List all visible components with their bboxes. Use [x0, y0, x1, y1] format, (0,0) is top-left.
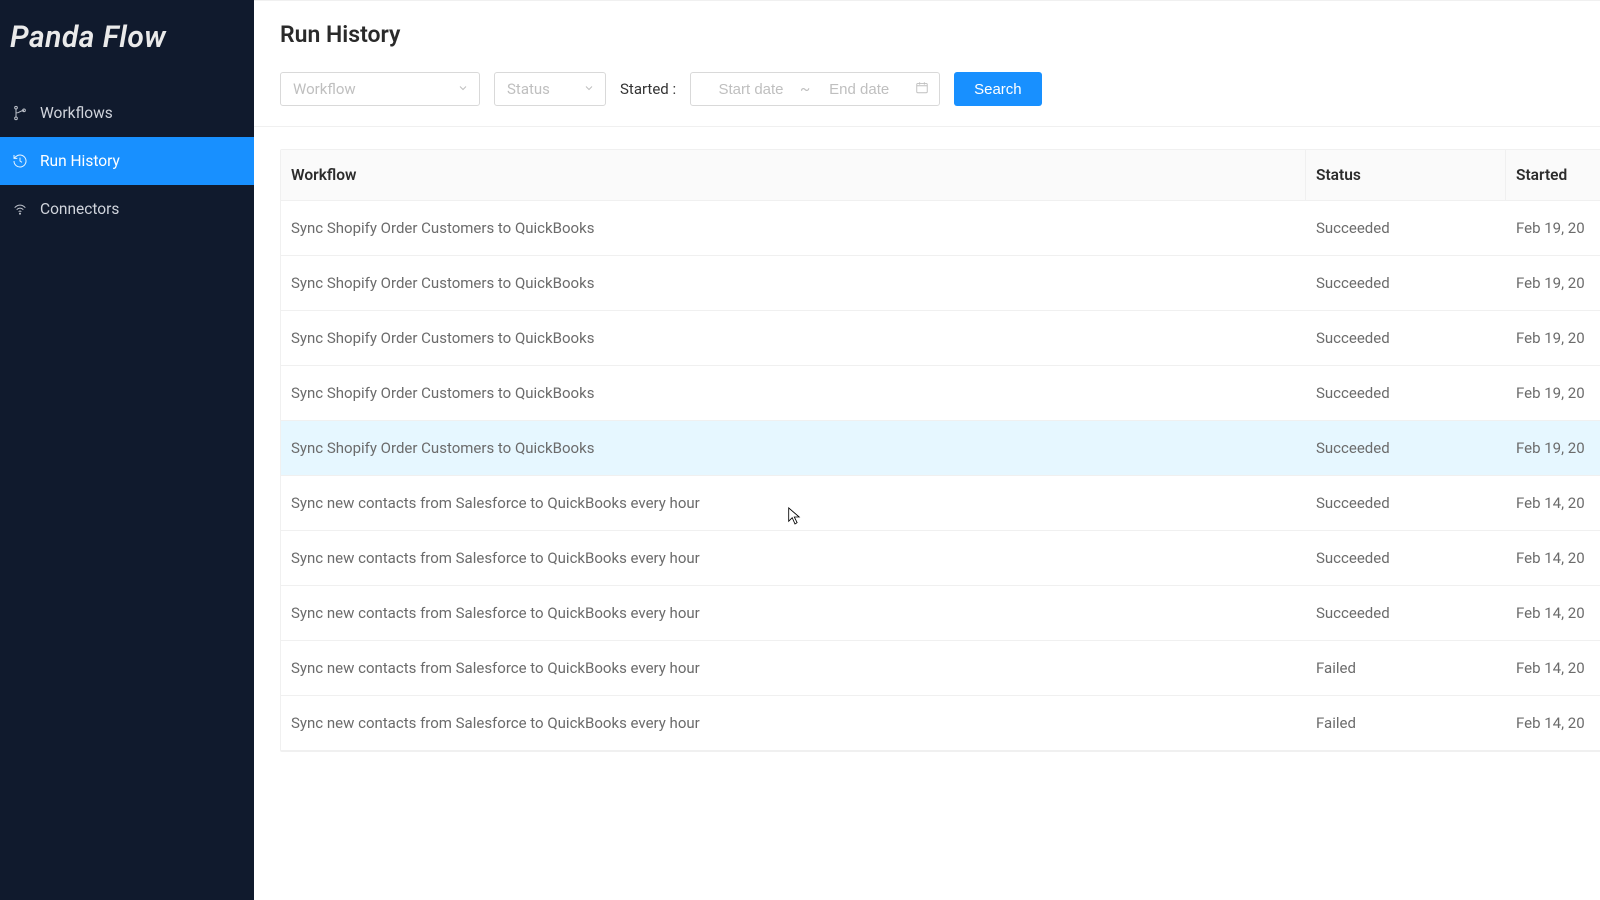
workflow-select[interactable]: Workflow — [280, 72, 480, 106]
column-header-started[interactable]: Started — [1506, 150, 1600, 201]
cell-started: Feb 14, 20 — [1506, 586, 1600, 641]
cell-workflow: Sync Shopify Order Customers to QuickBoo… — [281, 256, 1306, 311]
sidebar-item-workflows[interactable]: Workflows — [0, 89, 254, 137]
sidebar-item-label: Connectors — [40, 200, 119, 218]
table-row[interactable]: Sync new contacts from Salesforce to Qui… — [281, 586, 1600, 641]
search-button[interactable]: Search — [954, 72, 1042, 106]
cell-status: Succeeded — [1306, 586, 1506, 641]
sidebar-nav: Workflows Run History Connectors — [0, 89, 254, 233]
table-row[interactable]: Sync Shopify Order Customers to QuickBoo… — [281, 421, 1600, 476]
cell-workflow: Sync new contacts from Salesforce to Qui… — [281, 641, 1306, 696]
sidebar-item-run-history[interactable]: Run History — [0, 137, 254, 185]
table-row[interactable]: Sync Shopify Order Customers to QuickBoo… — [281, 256, 1600, 311]
cell-started: Feb 14, 20 — [1506, 641, 1600, 696]
cell-status: Succeeded — [1306, 311, 1506, 366]
filter-bar: Workflow Status Started : ~ Sear — [254, 66, 1600, 127]
status-select-placeholder: Status — [507, 80, 550, 98]
date-range-picker[interactable]: ~ — [690, 72, 940, 106]
table-row[interactable]: Sync new contacts from Salesforce to Qui… — [281, 476, 1600, 531]
wifi-icon — [12, 201, 28, 217]
table-row[interactable]: Sync Shopify Order Customers to QuickBoo… — [281, 311, 1600, 366]
started-label: Started : — [620, 80, 676, 98]
table-row[interactable]: Sync new contacts from Salesforce to Qui… — [281, 641, 1600, 696]
page-title: Run History — [254, 1, 1600, 66]
chevron-down-icon — [583, 80, 595, 98]
brand-title: Panda Flow — [0, 0, 254, 77]
start-date-input[interactable] — [712, 81, 790, 98]
cell-status: Succeeded — [1306, 531, 1506, 586]
branch-icon — [12, 105, 28, 121]
cell-status: Failed — [1306, 641, 1506, 696]
table-row[interactable]: Sync Shopify Order Customers to QuickBoo… — [281, 366, 1600, 421]
workflow-select-placeholder: Workflow — [293, 80, 356, 98]
column-header-status[interactable]: Status — [1306, 150, 1506, 201]
cell-workflow: Sync Shopify Order Customers to QuickBoo… — [281, 311, 1306, 366]
history-icon — [12, 153, 28, 169]
cell-workflow: Sync Shopify Order Customers to QuickBoo… — [281, 201, 1306, 256]
sidebar: Panda Flow Workflows Run History Connect… — [0, 0, 254, 900]
status-select[interactable]: Status — [494, 72, 606, 106]
table-row[interactable]: Sync Shopify Order Customers to QuickBoo… — [281, 201, 1600, 256]
cell-started: Feb 19, 20 — [1506, 421, 1600, 476]
main-content: Run History Workflow Status Started : ~ — [254, 0, 1600, 900]
sidebar-item-label: Workflows — [40, 104, 113, 122]
cell-workflow: Sync new contacts from Salesforce to Qui… — [281, 586, 1306, 641]
cell-workflow: Sync new contacts from Salesforce to Qui… — [281, 531, 1306, 586]
app-root: Panda Flow Workflows Run History Connect… — [0, 0, 1600, 900]
sidebar-item-label: Run History — [40, 152, 120, 170]
end-date-input[interactable] — [820, 81, 898, 98]
cell-started: Feb 19, 20 — [1506, 201, 1600, 256]
cell-started: Feb 19, 20 — [1506, 256, 1600, 311]
cell-started: Feb 14, 20 — [1506, 531, 1600, 586]
cell-workflow: Sync Shopify Order Customers to QuickBoo… — [281, 366, 1306, 421]
table-row[interactable]: Sync new contacts from Salesforce to Qui… — [281, 531, 1600, 586]
chevron-down-icon — [457, 80, 469, 98]
column-header-workflow[interactable]: Workflow — [281, 150, 1306, 201]
calendar-icon — [915, 80, 929, 99]
cell-started: Feb 14, 20 — [1506, 696, 1600, 751]
cell-status: Succeeded — [1306, 201, 1506, 256]
cell-started: Feb 19, 20 — [1506, 366, 1600, 421]
table-container: Workflow Status Started Sync Shopify Ord… — [254, 127, 1600, 900]
cell-status: Succeeded — [1306, 366, 1506, 421]
cell-started: Feb 19, 20 — [1506, 311, 1600, 366]
cell-workflow: Sync new contacts from Salesforce to Qui… — [281, 476, 1306, 531]
date-range-separator: ~ — [800, 80, 810, 98]
cell-workflow: Sync new contacts from Salesforce to Qui… — [281, 696, 1306, 751]
cell-started: Feb 14, 20 — [1506, 476, 1600, 531]
cell-workflow: Sync Shopify Order Customers to QuickBoo… — [281, 421, 1306, 476]
table-row[interactable]: Sync new contacts from Salesforce to Qui… — [281, 696, 1600, 751]
sidebar-item-connectors[interactable]: Connectors — [0, 185, 254, 233]
cell-status: Failed — [1306, 696, 1506, 751]
cell-status: Succeeded — [1306, 256, 1506, 311]
cell-status: Succeeded — [1306, 476, 1506, 531]
cell-status: Succeeded — [1306, 421, 1506, 476]
run-history-table: Workflow Status Started Sync Shopify Ord… — [280, 149, 1600, 752]
